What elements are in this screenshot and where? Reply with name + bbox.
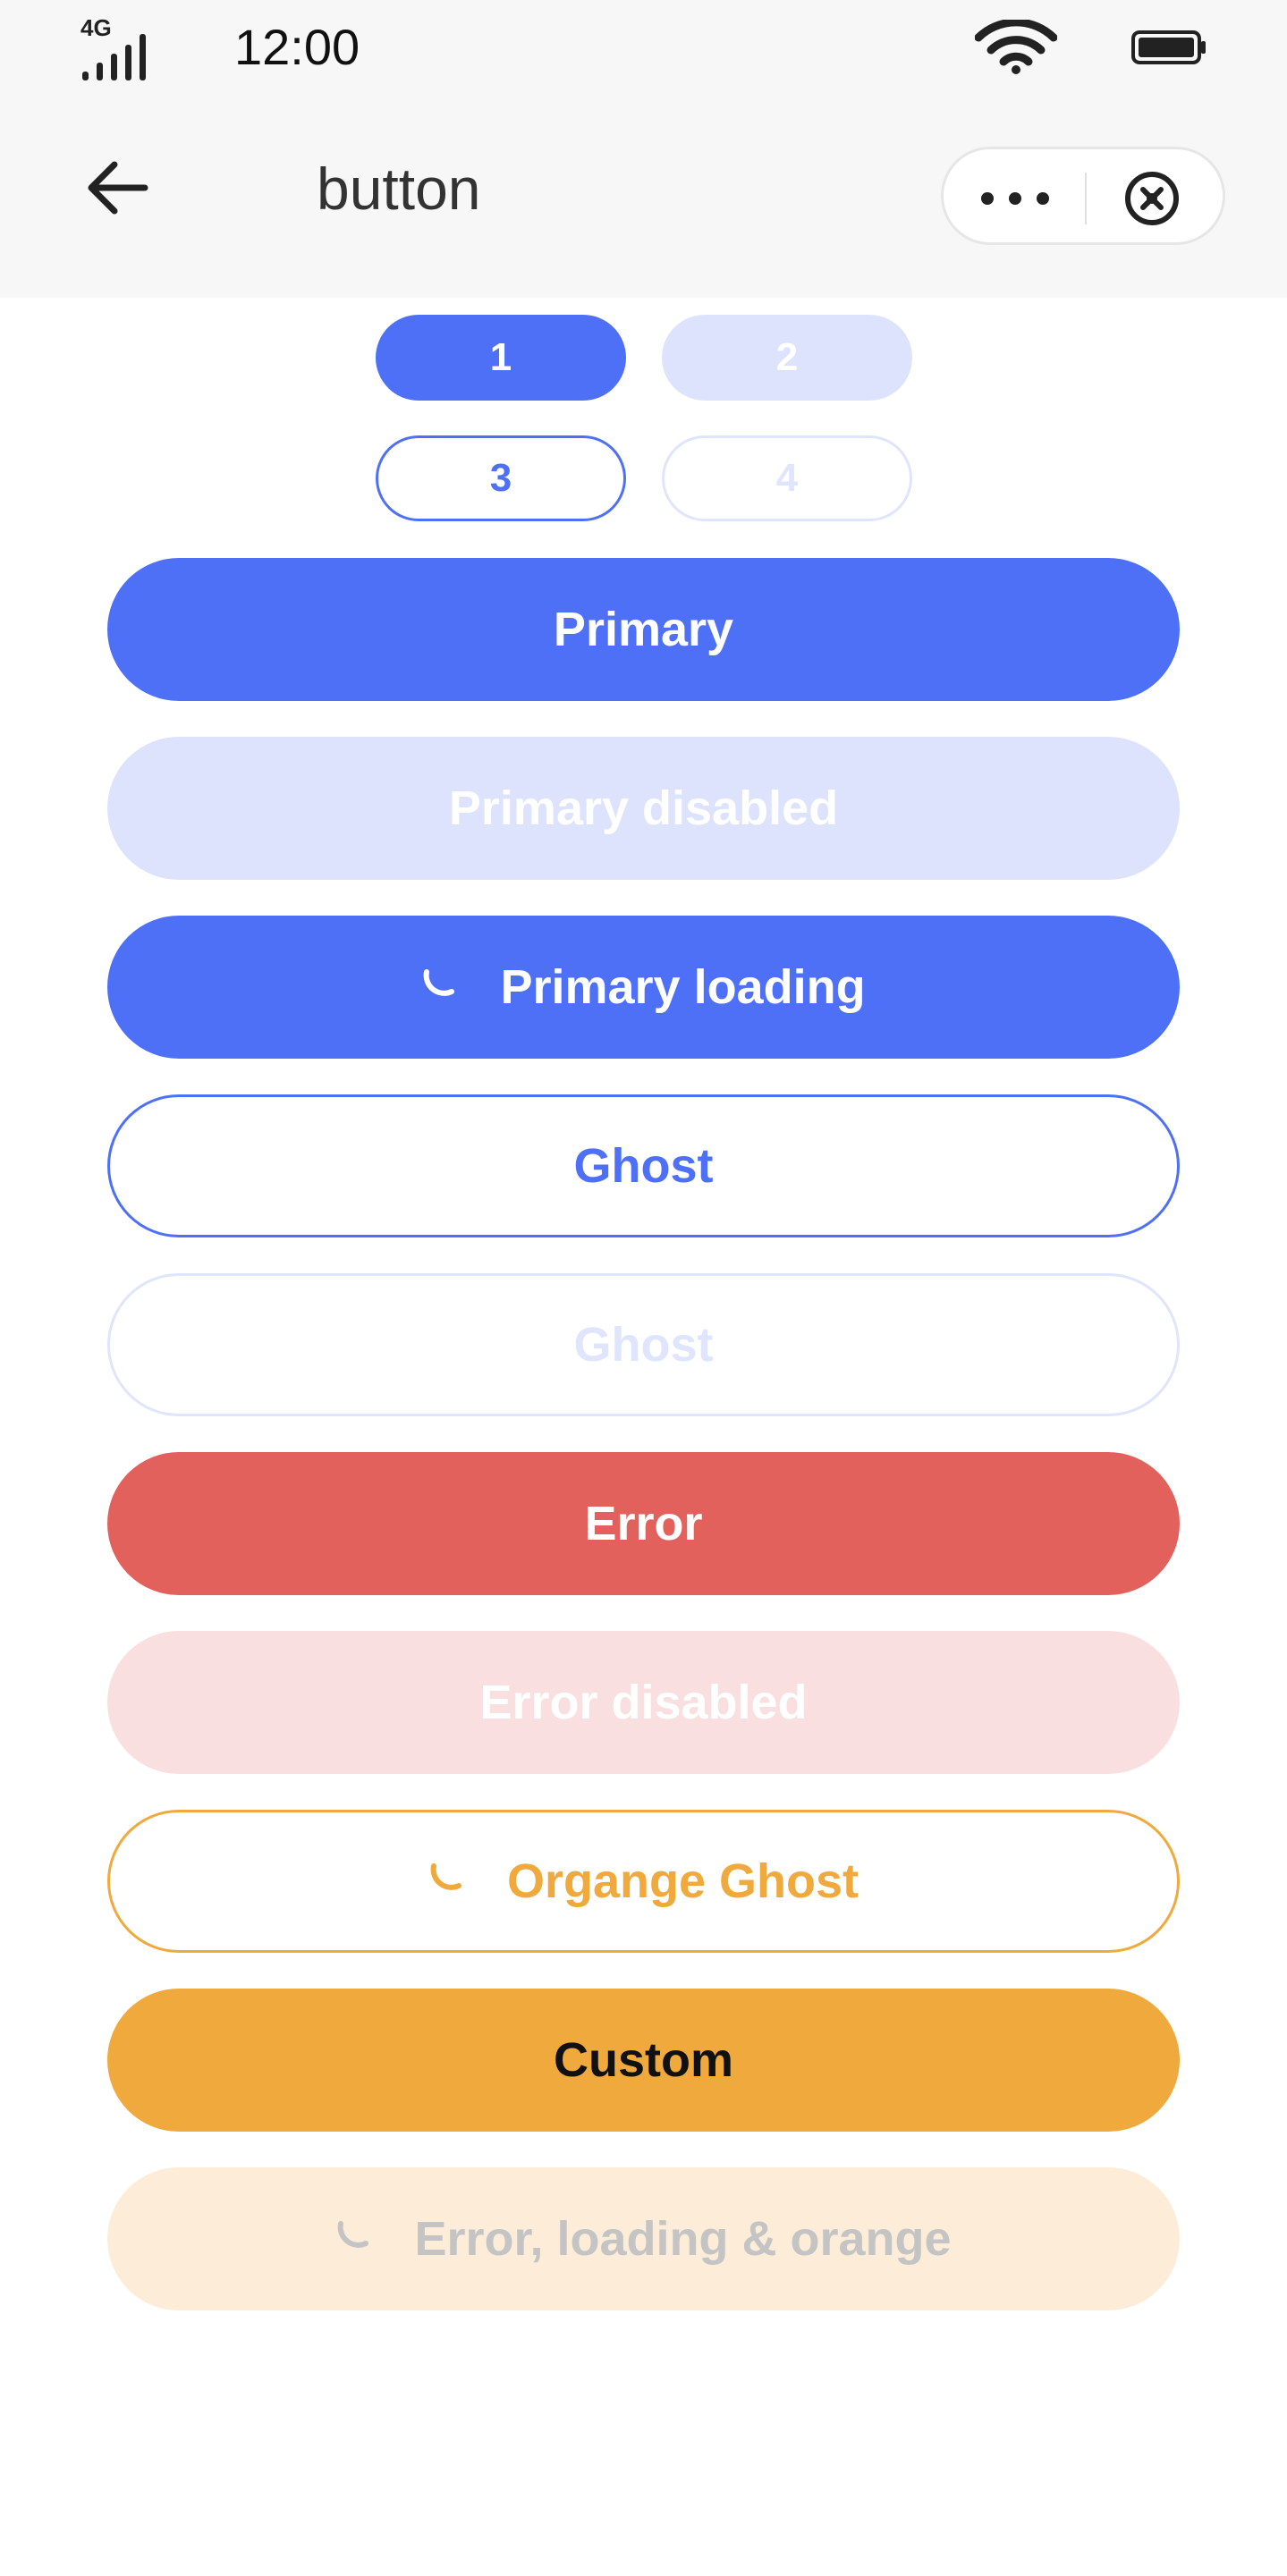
primary-disabled-button[interactable]: Primary disabled (107, 737, 1180, 880)
small-button-3[interactable]: 3 (376, 435, 626, 521)
small-button-1[interactable]: 1 (376, 315, 626, 401)
arrow-left-icon[interactable] (84, 159, 150, 216)
button-label: 4 (775, 456, 799, 500)
button-label: Custom (554, 2033, 733, 2087)
loading-spinner-icon (430, 1863, 461, 1890)
button-label: Primary disabled (448, 781, 839, 835)
wifi-icon (975, 20, 1057, 74)
top-bar: 4G 12:00 button (0, 0, 1287, 298)
error-loading-orange-button[interactable]: Error, loading & orange (107, 2167, 1180, 2310)
primary-loading-button[interactable]: Primary loading (107, 916, 1180, 1059)
status-time: 12:00 (234, 19, 360, 75)
button-label: Ghost (573, 1318, 714, 1372)
button-label: Error, loading & orange (414, 2212, 952, 2266)
button-label: 3 (489, 456, 512, 500)
menu-capsule (941, 147, 1225, 245)
custom-button[interactable]: Custom (107, 1989, 1180, 2132)
close-circle-icon[interactable] (1122, 169, 1181, 228)
error-button[interactable]: Error (107, 1452, 1180, 1595)
loading-spinner-icon (424, 969, 455, 996)
small-button-4[interactable]: 4 (662, 435, 912, 521)
capsule-divider (1085, 173, 1087, 224)
button-label: Ghost (573, 1139, 714, 1193)
loading-spinner-icon (338, 2221, 369, 2248)
button-label: Primary (553, 603, 734, 656)
page-title: button (317, 156, 481, 222)
button-label: 1 (489, 335, 512, 379)
status-bar: 4G 12:00 (0, 0, 1287, 98)
ghost-disabled-button[interactable]: Ghost (107, 1273, 1180, 1416)
button-label: 2 (775, 335, 799, 379)
button-label: Error disabled (479, 1676, 808, 1729)
button-label: Organge Ghost (506, 1854, 859, 1908)
button-label: Error (584, 1497, 703, 1550)
primary-button[interactable]: Primary (107, 558, 1180, 701)
button-label: Primary loading (500, 960, 866, 1014)
orange-ghost-button[interactable]: Organge Ghost (107, 1810, 1180, 1953)
ghost-button[interactable]: Ghost (107, 1094, 1180, 1237)
error-disabled-button[interactable]: Error disabled (107, 1631, 1180, 1774)
signal-icon (82, 30, 154, 80)
battery-icon (1131, 30, 1206, 64)
nav-bar: button (0, 125, 1287, 268)
small-button-2[interactable]: 2 (662, 315, 912, 401)
more-dots-icon[interactable] (979, 169, 1051, 224)
